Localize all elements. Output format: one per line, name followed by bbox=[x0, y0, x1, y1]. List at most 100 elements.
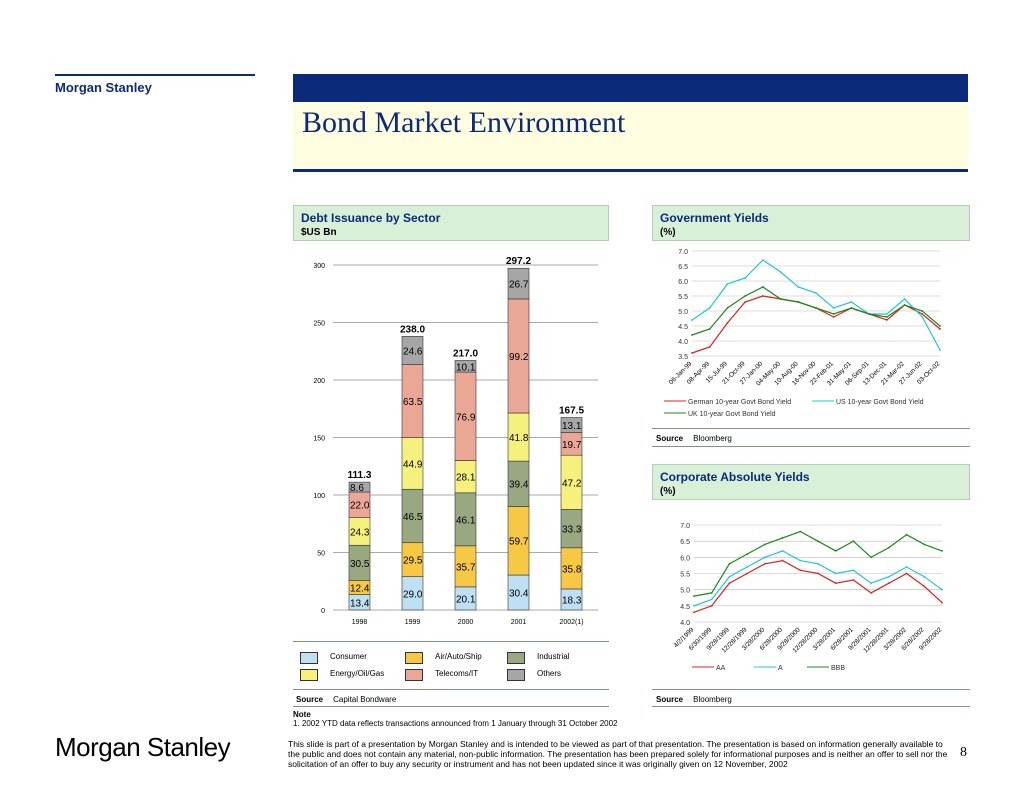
data-point bbox=[921, 316, 924, 318]
bar-value-label: 22.0 bbox=[350, 501, 370, 512]
title-rule bbox=[293, 169, 968, 172]
page-title: Bond Market Environment bbox=[302, 106, 626, 139]
corp-source-rule-top bbox=[652, 689, 970, 690]
gov-source-label: Source bbox=[656, 434, 684, 443]
bar-value-label: 29.5 bbox=[403, 556, 423, 567]
bar-value-label: 24.3 bbox=[350, 527, 370, 538]
data-point bbox=[761, 286, 764, 288]
data-point bbox=[921, 310, 924, 312]
disclaimer: This slide is part of a presentation by … bbox=[288, 739, 948, 769]
data-point bbox=[887, 546, 890, 549]
data-point bbox=[832, 316, 835, 318]
bar-value-label: 44.9 bbox=[403, 459, 423, 470]
bar-total-label: 238.0 bbox=[400, 324, 425, 335]
legend-label: UK 10-year Govt Bond Yield bbox=[688, 411, 776, 418]
bar-value-label: 28.1 bbox=[456, 473, 476, 484]
data-point bbox=[834, 582, 837, 585]
corp-panel-header: Corporate Absolute Yields (%) bbox=[652, 464, 970, 500]
data-point bbox=[781, 537, 784, 539]
corp-source-label: Source bbox=[656, 695, 684, 704]
data-point bbox=[708, 328, 711, 330]
data-point bbox=[939, 349, 941, 351]
legend-item: Industrial bbox=[507, 652, 569, 666]
data-point bbox=[870, 556, 873, 559]
government-yields-chart: 7.06.56.05.55.04.54.03.506-Jan-9908-Apr-… bbox=[664, 249, 942, 418]
data-point bbox=[905, 572, 908, 575]
data-point bbox=[941, 549, 943, 552]
data-point bbox=[832, 313, 835, 315]
bar-value-label: 29.0 bbox=[403, 589, 423, 600]
legend-item: Telecoms/IT bbox=[405, 669, 478, 683]
bar-value-label: 46.1 bbox=[456, 515, 476, 526]
y-tick-label: 6.5 bbox=[678, 264, 688, 271]
bar-value-label: 19.7 bbox=[562, 440, 582, 451]
title-bar bbox=[293, 74, 968, 102]
data-point bbox=[905, 566, 908, 568]
debt-source: Source Capital Bondware bbox=[296, 695, 396, 704]
x-tick-label: 2000 bbox=[458, 619, 474, 626]
data-point bbox=[941, 588, 943, 591]
data-point bbox=[763, 556, 766, 559]
debt-panel-title: Debt Issuance by Sector bbox=[301, 211, 441, 225]
x-tick-label: 2001 bbox=[511, 619, 527, 626]
data-point bbox=[763, 543, 766, 546]
data-point bbox=[885, 313, 888, 315]
y-tick-label: 4.5 bbox=[678, 324, 688, 331]
bar-value-label: 35.8 bbox=[562, 564, 582, 575]
footnote-text: 1. 2002 YTD data reflects transactions a… bbox=[293, 719, 618, 728]
data-point bbox=[799, 559, 802, 562]
legend-label: AA bbox=[716, 665, 726, 672]
gov-panel-unit: (%) bbox=[660, 227, 676, 238]
legend-item: Others bbox=[507, 669, 561, 683]
gov-panel-header: Government Yields (%) bbox=[652, 205, 970, 241]
data-point bbox=[832, 307, 835, 309]
bar-value-label: 76.9 bbox=[456, 412, 476, 423]
y-tick-label: 4.0 bbox=[680, 620, 690, 627]
y-tick-label: 4.5 bbox=[680, 604, 690, 611]
legend-label: Industrial bbox=[537, 652, 570, 661]
data-point bbox=[923, 585, 926, 588]
debt-source-label: Source bbox=[296, 695, 324, 704]
bar-value-label: 33.3 bbox=[562, 525, 582, 536]
data-point bbox=[693, 604, 695, 607]
bar-value-label: 47.2 bbox=[562, 478, 582, 489]
legend-label: US 10-year Govt Bond Yield bbox=[836, 399, 924, 406]
data-point bbox=[868, 313, 871, 315]
data-point bbox=[744, 301, 747, 303]
data-point bbox=[781, 559, 784, 562]
data-point bbox=[852, 579, 855, 581]
data-point bbox=[817, 562, 819, 565]
y-tick-label: 6.5 bbox=[680, 539, 690, 546]
debt-source-rule bbox=[293, 706, 609, 707]
bar-value-label: 63.5 bbox=[403, 397, 423, 408]
data-point bbox=[923, 575, 926, 578]
legend-swatch bbox=[405, 669, 423, 681]
data-point bbox=[817, 540, 819, 543]
bar-value-label: 26.7 bbox=[509, 280, 529, 291]
series-line bbox=[691, 295, 941, 354]
bar-value-label: 13.4 bbox=[350, 598, 370, 609]
y-tick-label: 250 bbox=[313, 321, 325, 328]
legend-swatch bbox=[507, 669, 525, 681]
data-point bbox=[797, 286, 800, 288]
data-point bbox=[761, 259, 764, 261]
data-point bbox=[817, 572, 819, 575]
data-point bbox=[923, 543, 926, 546]
y-tick-label: 6.0 bbox=[678, 279, 688, 286]
data-point bbox=[710, 604, 713, 607]
gov-panel-title: Government Yields bbox=[660, 211, 769, 225]
data-point bbox=[921, 313, 924, 315]
data-point bbox=[779, 298, 782, 300]
bar-value-label: 24.6 bbox=[403, 346, 423, 357]
corp-source-rule bbox=[652, 706, 970, 707]
footnote-label: Note bbox=[293, 710, 311, 719]
x-tick-label: 1998 bbox=[352, 619, 368, 626]
data-point bbox=[870, 582, 873, 585]
bar-value-label: 59.7 bbox=[509, 537, 529, 548]
legend-label: Others bbox=[537, 669, 562, 678]
data-point bbox=[850, 301, 853, 303]
data-point bbox=[887, 575, 890, 578]
legend-item: Consumer bbox=[300, 652, 367, 666]
x-tick-label: 1999 bbox=[405, 619, 421, 626]
data-point bbox=[746, 572, 749, 575]
